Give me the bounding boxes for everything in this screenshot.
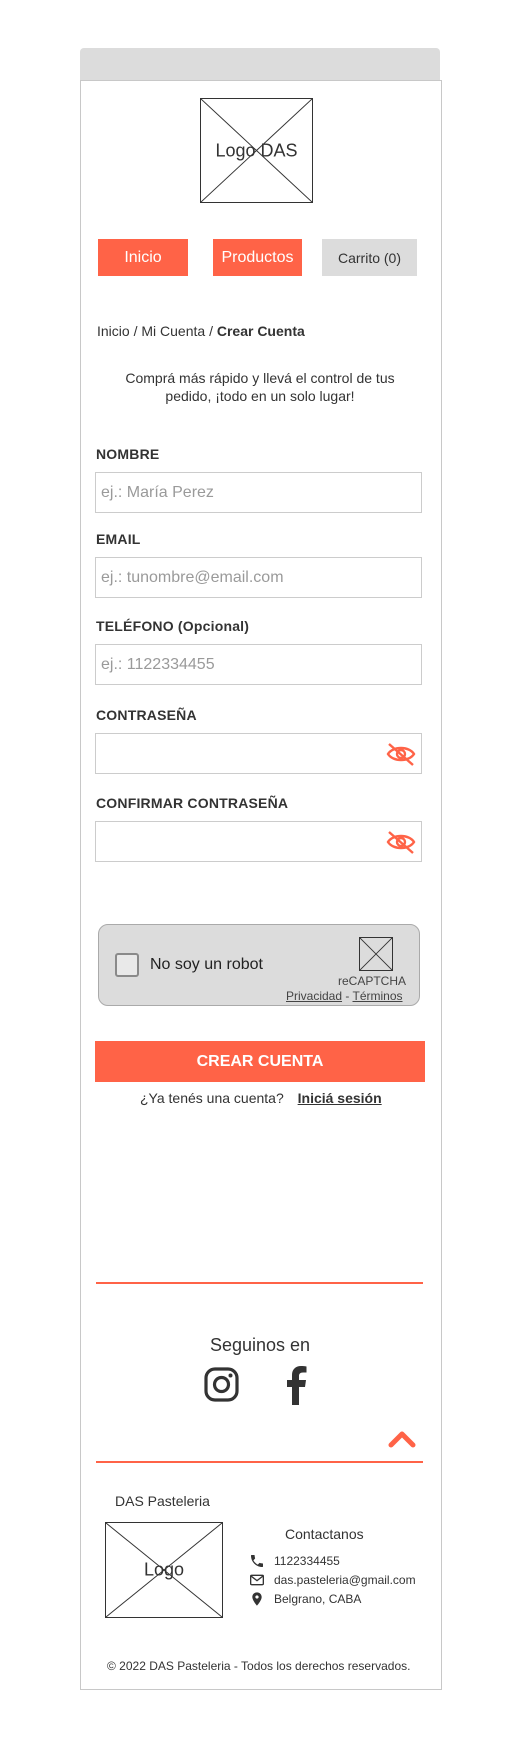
contact-email-row: das.pasteleria@gmail.com <box>249 1572 416 1588</box>
create-account-button[interactable]: CREAR CUENTA <box>95 1041 425 1082</box>
breadcrumb-account[interactable]: Mi Cuenta <box>141 323 205 339</box>
captcha-checkbox[interactable] <box>115 953 139 977</box>
nav-cart-button[interactable]: Carrito (0) <box>322 239 417 276</box>
phone-icon <box>251 1555 263 1567</box>
contact-address-row: Belgrano, CABA <box>249 1591 361 1607</box>
contact-title: Contactanos <box>285 1526 364 1542</box>
password-input[interactable] <box>96 734 421 773</box>
name-field <box>95 472 422 513</box>
email-field <box>95 557 422 598</box>
email-label: EMAIL <box>96 531 141 547</box>
recaptcha-widget: No soy un robot reCAPTCHA Privacidad - T… <box>98 924 420 1006</box>
login-prompt-text: ¿Ya tenés una cuenta? <box>140 1090 284 1106</box>
footer-logo-label: Logo <box>143 1559 185 1580</box>
recaptcha-brand: reCAPTCHA <box>338 974 407 988</box>
name-input[interactable] <box>96 473 421 512</box>
captcha-links-separator: - <box>345 989 350 1003</box>
location-pin-icon <box>252 1592 262 1606</box>
intro-text: Comprá más rápido y llevá el control de … <box>125 370 395 404</box>
breadcrumb-separator: / <box>133 323 138 339</box>
privacy-link[interactable]: Privacidad <box>286 989 342 1003</box>
phone-field <box>95 644 422 685</box>
footer-divider-top <box>96 1282 423 1284</box>
eye-off-icon[interactable] <box>385 741 417 767</box>
password-label: CONTRASEÑA <box>96 707 197 723</box>
facebook-icon[interactable] <box>278 1365 316 1405</box>
eye-off-icon[interactable] <box>385 829 417 855</box>
follow-label: Seguinos en <box>209 1335 311 1355</box>
window-top-bar <box>80 48 440 80</box>
nav-home-button[interactable]: Inicio <box>98 239 188 276</box>
phone-label: TELÉFONO (Opcional) <box>96 618 250 634</box>
email-input[interactable] <box>96 558 421 597</box>
chevron-up-icon[interactable] <box>386 1428 418 1450</box>
breadcrumb-home[interactable]: Inicio <box>97 323 130 339</box>
recaptcha-logo-icon <box>360 938 392 970</box>
contact-phone-row: 1122334455 <box>249 1553 340 1569</box>
footer-logo: Logo <box>105 1522 223 1618</box>
breadcrumb: Inicio / Mi Cuenta / Crear Cuenta <box>97 323 305 339</box>
phone-input[interactable] <box>96 645 421 684</box>
recaptcha-logo <box>359 937 393 971</box>
confirm-password-field <box>95 821 422 862</box>
footer-divider-bottom <box>96 1461 423 1463</box>
contact-phone: 1122334455 <box>274 1554 340 1568</box>
instagram-icon[interactable] <box>203 1366 241 1406</box>
mail-icon <box>250 1574 264 1586</box>
header-logo[interactable]: Logo DAS <box>200 98 313 203</box>
confirm-password-input[interactable] <box>96 822 421 861</box>
password-field <box>95 733 422 774</box>
contact-email[interactable]: das.pasteleria@gmail.com <box>274 1573 416 1587</box>
confirm-password-label: CONFIRMAR CONTRASEÑA <box>96 795 289 811</box>
nav-products-button[interactable]: Productos <box>213 239 302 276</box>
breadcrumb-separator: / <box>209 323 213 339</box>
login-link[interactable]: Iniciá sesión <box>298 1090 382 1106</box>
name-label: NOMBRE <box>96 446 160 462</box>
footer-brand-name: DAS Pasteleria <box>115 1493 210 1509</box>
copyright: © 2022 DAS Pasteleria - Todos los derech… <box>107 1659 411 1673</box>
login-prompt: ¿Ya tenés una cuenta? Iniciá sesión <box>140 1090 382 1106</box>
captcha-label: No soy un robot <box>150 956 263 973</box>
breadcrumb-current: Crear Cuenta <box>216 323 305 339</box>
terms-link[interactable]: Términos <box>353 989 403 1003</box>
contact-address: Belgrano, CABA <box>274 1592 362 1606</box>
header-logo-label: Logo DAS <box>215 140 298 160</box>
captcha-links: Privacidad - Términos <box>286 989 403 1003</box>
